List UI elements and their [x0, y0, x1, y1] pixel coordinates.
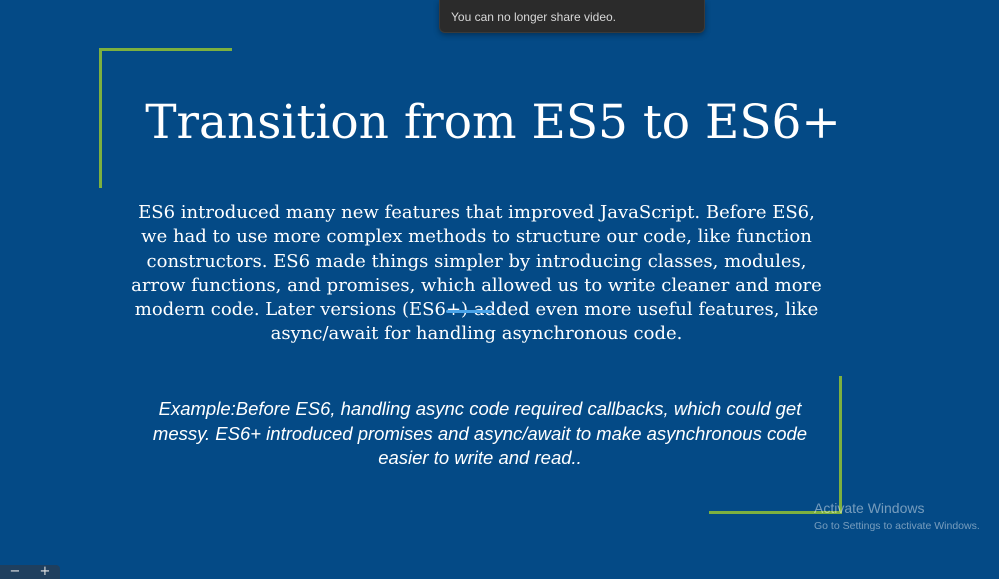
slide-title: Transition from ES5 to ES6+ [145, 95, 841, 150]
decorative-bracket-top-left-horizontal [99, 48, 232, 51]
slide-example-paragraph: Example:Before ES6, handling async code … [152, 398, 808, 468]
zoom-in-button[interactable]: + [34, 565, 56, 579]
zoom-controls: − + [0, 565, 60, 579]
zoom-out-button[interactable]: − [4, 565, 26, 579]
slide-body-paragraph: ES6 introduced many new features that im… [131, 202, 822, 345]
share-notification-toast: You can no longer share video. [439, 0, 705, 33]
share-notification-text: You can no longer share video. [451, 10, 617, 24]
text-cursor-highlight [446, 310, 494, 313]
watermark-title: Activate Windows [814, 500, 925, 516]
decorative-bracket-top-left-vertical [99, 48, 102, 188]
activate-windows-watermark: Activate Windows Go to Settings to activ… [814, 499, 980, 533]
watermark-subtitle: Go to Settings to activate Windows. [814, 520, 980, 532]
decorative-bracket-bottom-right-vertical [839, 376, 842, 514]
